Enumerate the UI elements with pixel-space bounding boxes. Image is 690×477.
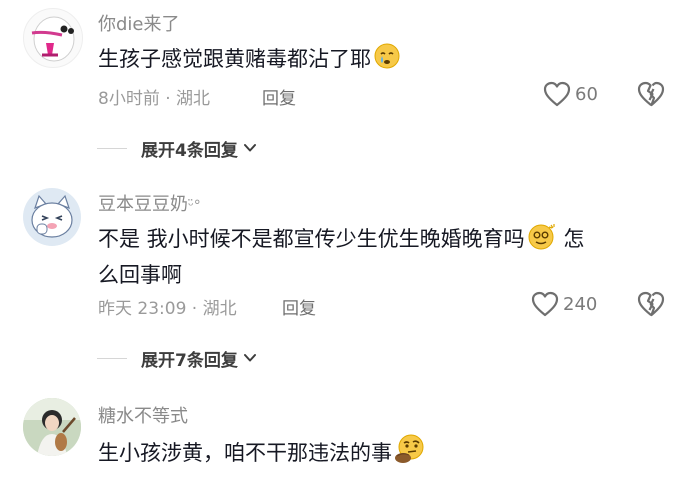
crying-face-emoji-icon [373, 42, 401, 79]
photo-avatar-icon [23, 398, 81, 456]
chevron-down-icon [243, 144, 256, 152]
avatar-comment-1[interactable] [23, 8, 83, 68]
like-button[interactable]: 60 [543, 79, 598, 109]
expand-replies-button[interactable]: 展开7条回复 [97, 345, 258, 371]
cartoon-avatar-icon [31, 16, 75, 62]
expand-replies-button[interactable]: 展开4条回复 [97, 135, 258, 161]
cat-avatar-icon [23, 188, 81, 246]
username[interactable]: 豆本豆豆奶ᵕ̈° [98, 190, 201, 216]
comment-text: 不是 我小时候不是都宣传少生优生晚婚晚育吗 怎 么回事啊 [98, 222, 584, 291]
like-count: 60 [575, 83, 598, 105]
expand-replies-label: 展开4条回复 [141, 140, 238, 161]
divider-line [97, 147, 127, 149]
comment-text: 生孩子感觉跟黄赌毒都沾了耶 [98, 42, 401, 79]
comment-text-body: 生小孩涉黄，咱不干那违法的事 [98, 441, 392, 465]
avatar-comment-3[interactable] [23, 398, 81, 456]
username-badge: ᵕ̈° [188, 198, 201, 214]
heart-icon [531, 291, 559, 317]
comment-text-line1-tail: 怎 [556, 227, 585, 251]
comment-text: 生小孩涉黄，咱不干那违法的事 [98, 434, 426, 473]
chevron-down-icon [243, 354, 256, 362]
comment-meta: 昨天 23:09 · 湖北 [98, 299, 237, 319]
divider-line [97, 357, 127, 359]
like-button[interactable]: 240 [531, 289, 597, 319]
thinking-face-emoji-icon [394, 434, 426, 473]
reply-button[interactable]: 回复 [262, 84, 296, 109]
username[interactable]: 你die来了 [98, 10, 180, 36]
heart-icon [543, 81, 571, 107]
dislike-button[interactable] [637, 81, 665, 111]
expand-replies-label: 展开7条回复 [141, 350, 238, 371]
like-count: 240 [563, 293, 598, 315]
avatar-comment-2[interactable] [23, 188, 81, 246]
comment-text-line1: 不是 我小时候不是都宣传少生优生晚婚晚育吗 [98, 227, 525, 251]
comment-meta: 8小时前 · 湖北 [98, 89, 211, 109]
dislike-button[interactable] [637, 291, 665, 321]
comment-text-body: 生孩子感觉跟黄赌毒都沾了耶 [98, 47, 371, 71]
username[interactable]: 糖水不等式 [98, 402, 188, 428]
username-text: 豆本豆豆奶 [98, 194, 188, 215]
broken-heart-icon [637, 81, 665, 107]
comment-text-line2: 么回事啊 [98, 263, 182, 287]
dizzy-face-emoji-icon [527, 222, 557, 259]
broken-heart-icon [637, 291, 665, 317]
reply-button[interactable]: 回复 [282, 294, 316, 319]
